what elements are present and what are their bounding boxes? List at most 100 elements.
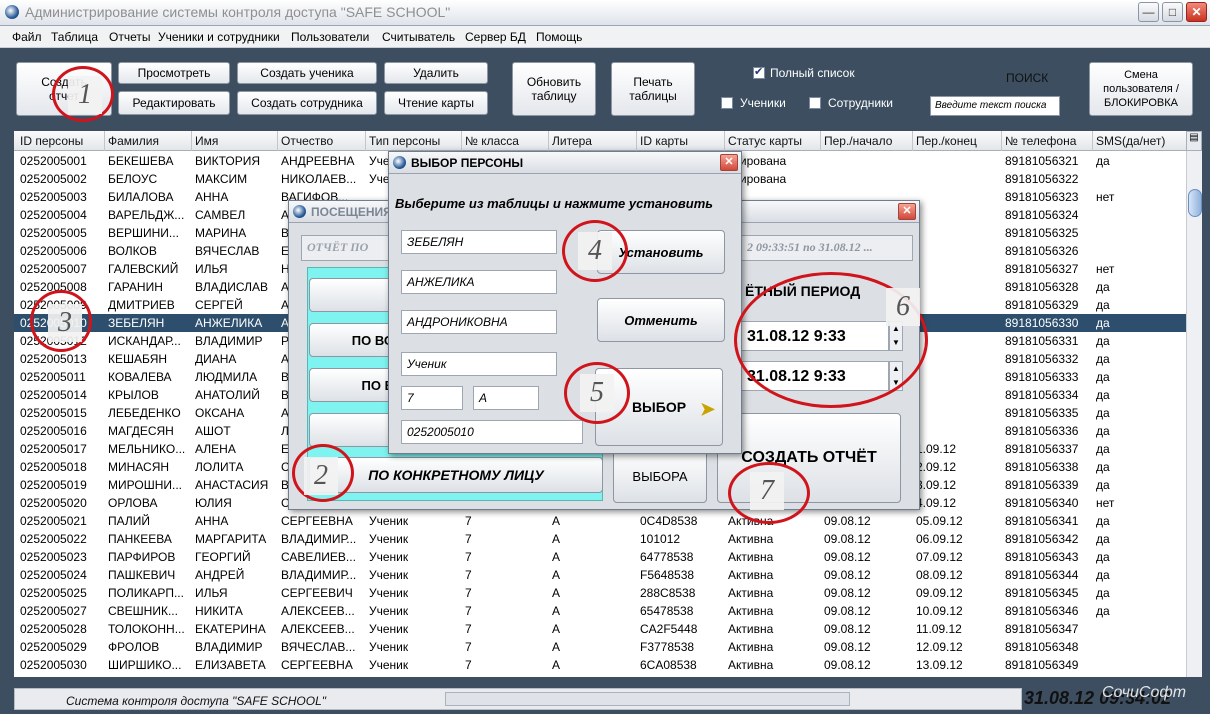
create-student-button[interactable]: Создать ученика <box>237 62 377 84</box>
menu-users[interactable]: Пользователи <box>291 30 369 44</box>
read-card-button[interactable]: Чтение карты <box>384 91 488 115</box>
column-header[interactable]: ID персоны <box>20 134 83 148</box>
menu-reader[interactable]: Считыватель <box>382 30 455 44</box>
column-header[interactable]: Литера <box>552 134 592 148</box>
menu-db-server[interactable]: Сервер БД <box>465 30 526 44</box>
column-header[interactable]: Фамилия <box>108 134 159 148</box>
column-header[interactable]: Статус карты <box>728 134 802 148</box>
table-cell: окирована <box>728 154 787 168</box>
table-cell: АННА <box>195 190 229 204</box>
surname-field[interactable]: ЗЕБЕЛЯН <box>401 230 557 254</box>
table-row[interactable]: 0252005023 ПАРФИРОВ ГЕОРГИЙ САВЕЛИЕВ... Учен… <box>14 548 1186 566</box>
column-separator[interactable] <box>104 131 105 151</box>
select-dialog-close-icon[interactable]: ✕ <box>720 154 738 171</box>
table-cell: да <box>1096 352 1110 366</box>
table-row[interactable]: 0252005024 ПАШКЕВИЧ АНДРЕЙ ВЛАДИМИР... Учени… <box>14 566 1186 584</box>
person-type-field[interactable]: Ученик <box>401 352 557 376</box>
menu-file[interactable]: Файл <box>12 30 42 44</box>
column-separator[interactable] <box>461 131 462 151</box>
table-cell: 0252005005 <box>20 226 87 240</box>
table-cell: 89181056333 <box>1005 370 1079 384</box>
print-table-button[interactable]: Печать таблицы <box>611 62 695 116</box>
column-separator[interactable] <box>365 131 366 151</box>
vertical-scrollbar[interactable] <box>1186 151 1202 677</box>
column-separator[interactable] <box>548 131 549 151</box>
table-row[interactable]: 0252005028 ТОЛОКОНН... ЕКАТЕРИНА АЛЕКСЕЕВ..… <box>14 620 1186 638</box>
column-separator[interactable] <box>912 131 913 151</box>
by-specific-person-button[interactable]: ПО КОНКРЕТНОМУ ЛИЦУ <box>309 457 603 493</box>
full-list-checkbox[interactable] <box>753 65 765 79</box>
dialog-logo-icon <box>293 205 306 218</box>
view-button[interactable]: Просмотреть <box>118 62 230 84</box>
column-separator[interactable] <box>1092 131 1093 151</box>
column-header[interactable]: № класса <box>465 134 519 148</box>
person-id-field[interactable]: 0252005010 <box>401 420 583 444</box>
maximize-icon[interactable]: □ <box>1162 2 1183 22</box>
name-field[interactable]: АНЖЕЛИКА <box>401 270 557 294</box>
menu-table[interactable]: Таблица <box>51 30 98 44</box>
table-row[interactable]: 0252005029 ФРОЛОВ ВЛАДИМИР ВЯЧЕСЛАВ... Учени… <box>14 638 1186 656</box>
table-cell: ИСКАНДАР... <box>108 334 181 348</box>
letter-field[interactable]: А <box>473 386 539 410</box>
visits-dialog-close-icon[interactable]: ✕ <box>898 203 916 220</box>
menu-help[interactable]: Помощь <box>536 30 582 44</box>
table-cell: 89181056347 <box>1005 622 1079 636</box>
table-row[interactable]: 0252005030 ШИРШИКО... ЕЛИЗАВЕТА СЕРГЕЕВНА Уч… <box>14 656 1186 674</box>
create-employee-button[interactable]: Создать сотрудника <box>237 91 377 115</box>
selection-button[interactable]: ВЫБОРА <box>613 449 707 503</box>
column-separator[interactable] <box>1001 131 1002 151</box>
set-button[interactable]: Установить <box>597 230 725 274</box>
edit-button[interactable]: Редактировать <box>118 91 230 115</box>
choose-button[interactable]: ВЫБОР ➤ <box>595 368 723 446</box>
table-cell: 0252005023 <box>20 550 87 564</box>
create-report-dialog-button[interactable]: СОЗДАТЬ ОТЧЁТ <box>717 413 901 503</box>
delete-button[interactable]: Удалить <box>384 62 488 84</box>
students-checkbox[interactable] <box>721 97 733 109</box>
column-separator[interactable] <box>820 131 821 151</box>
table-cell: ЕКАТЕРИНА <box>195 622 266 636</box>
table-cell: 101012 <box>640 532 681 546</box>
table-cell: да <box>1096 388 1110 402</box>
table-cell: F5648538 <box>640 568 695 582</box>
column-header[interactable]: № телефона <box>1005 134 1076 148</box>
table-row[interactable]: 0252005025 ПОЛИКАРП... ИЛЬЯ СЕРГЕЕВИЧ Ученик… <box>14 584 1186 602</box>
column-header[interactable]: Пер./начало <box>824 134 892 148</box>
column-separator[interactable] <box>724 131 725 151</box>
date-to-spinner-icon[interactable]: ▲ ▼ <box>889 361 903 391</box>
column-header[interactable]: Отчество <box>281 134 333 148</box>
table-row[interactable]: 0252005021 ПАЛИЙ АННА СЕРГЕЕВНА Ученик 7 А 0C4D… <box>14 512 1186 530</box>
close-icon[interactable]: ✕ <box>1186 2 1207 22</box>
table-row[interactable]: 0252005022 ПАНКЕЕВА МАРГАРИТА ВЛАДИМИР... Уч… <box>14 530 1186 548</box>
table-cell: 64778538 <box>640 550 694 564</box>
table-cell: 09.08.12 <box>824 532 871 546</box>
table-cell: 0252005018 <box>20 460 87 474</box>
table-row[interactable]: 0252005027 СВЕШНИК... НИКИТА АЛЕКСЕЕВ... Уче… <box>14 602 1186 620</box>
employees-checkbox[interactable] <box>809 97 821 109</box>
column-header[interactable]: Пер./конец <box>916 134 977 148</box>
column-header[interactable]: SMS(да/нет) <box>1096 134 1165 148</box>
menu-students-employees[interactable]: Ученики и сотрудники <box>158 30 280 44</box>
search-input[interactable]: Введите текст поиска <box>930 96 1060 116</box>
patronymic-field[interactable]: АНДРОНИКОВНА <box>401 310 557 334</box>
date-from-input[interactable]: 31.08.12 9:33 <box>741 321 889 351</box>
menu-bar: Файл Таблица Отчеты Ученики и сотрудники… <box>0 26 1210 48</box>
column-separator[interactable] <box>191 131 192 151</box>
column-chooser-icon[interactable]: ▤ <box>1186 131 1202 151</box>
table-cell: Активна <box>728 640 774 654</box>
change-user-button[interactable]: Смена пользователя /БЛОКИРОВКА <box>1089 62 1193 116</box>
cancel-button[interactable]: Отменить <box>597 298 725 342</box>
column-separator[interactable] <box>636 131 637 151</box>
table-cell: 7 <box>465 586 472 600</box>
table-cell: 0C4D8538 <box>640 514 698 528</box>
column-separator[interactable] <box>277 131 278 151</box>
refresh-table-button[interactable]: Обновить таблицу <box>512 62 596 116</box>
menu-reports[interactable]: Отчеты <box>109 30 150 44</box>
column-header[interactable]: Тип персоны <box>369 134 440 148</box>
minimize-icon[interactable]: — <box>1138 2 1159 22</box>
date-to-input[interactable]: 31.08.12 9:33 <box>741 361 889 391</box>
class-field[interactable]: 7 <box>401 386 463 410</box>
scrollbar-thumb[interactable] <box>1188 189 1202 217</box>
table-cell: да <box>1096 532 1110 546</box>
column-header[interactable]: ID карты <box>640 134 688 148</box>
column-header[interactable]: Имя <box>195 134 218 148</box>
